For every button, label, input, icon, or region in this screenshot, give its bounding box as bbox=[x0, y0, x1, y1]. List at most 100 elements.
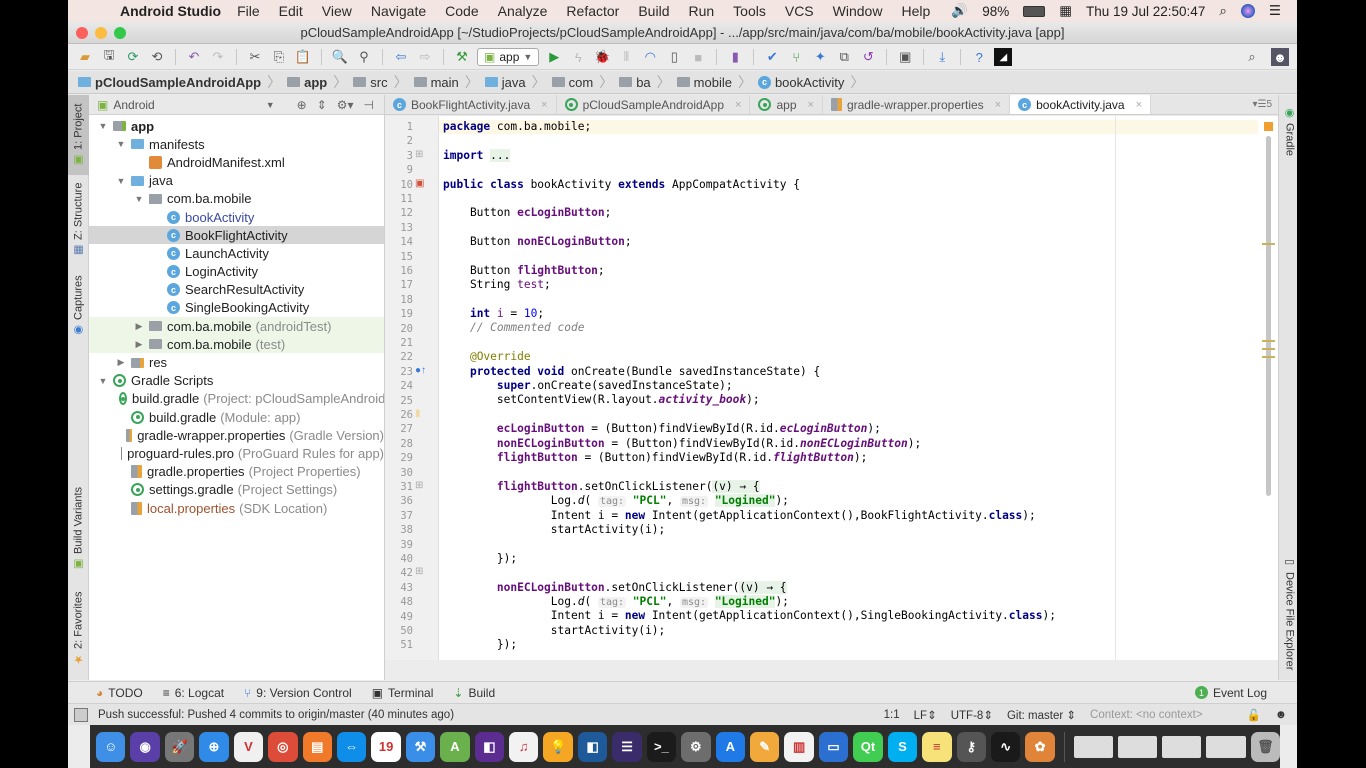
code-line[interactable] bbox=[439, 134, 1278, 148]
tool-tab-project[interactable]: ▣ 1: Project bbox=[68, 95, 89, 175]
code-line[interactable]: setContentView(R.layout.activity_book); bbox=[439, 393, 1278, 407]
tree-item[interactable]: ▼ manifests bbox=[89, 135, 384, 153]
breadcrumb-item-com[interactable]: com bbox=[551, 75, 593, 90]
code-line[interactable]: ecLoginButton = (Button)findViewById(R.i… bbox=[439, 422, 1278, 436]
dock-app-terminal[interactable]: >_ bbox=[646, 731, 677, 762]
collapsed-arrow-icon[interactable]: ▶ bbox=[133, 321, 145, 332]
hector-inspection-icon[interactable]: ☻ bbox=[1275, 709, 1287, 721]
code-line[interactable]: Button flightButton; bbox=[439, 264, 1278, 278]
close-tab-icon[interactable]: × bbox=[808, 99, 814, 111]
tree-item[interactable]: build.gradle (Project: pCloudSampleAndroi… bbox=[89, 390, 384, 408]
code-line[interactable]: }); bbox=[439, 638, 1278, 652]
tree-item[interactable]: ▶ res bbox=[89, 353, 384, 371]
dock-app-qt-creator[interactable]: Qt bbox=[853, 731, 883, 762]
show-hidden-tabs-button[interactable]: ▾☰ 5 bbox=[1252, 95, 1278, 114]
tree-item[interactable]: c bookActivity bbox=[89, 208, 384, 226]
tree-item[interactable]: gradle-wrapper.properties (Gradle Version… bbox=[89, 426, 384, 444]
open-folder-icon[interactable]: ▰ bbox=[76, 48, 94, 66]
menu-tools[interactable]: Tools bbox=[733, 3, 766, 19]
code-line[interactable] bbox=[439, 566, 1278, 580]
vcs-revert-icon[interactable]: ↺ bbox=[859, 48, 877, 66]
dock-app-teamviewer[interactable]: ⇔ bbox=[336, 731, 367, 762]
analysis-status-icon[interactable] bbox=[1264, 122, 1273, 131]
dock-app-visual-studio[interactable]: ◧ bbox=[474, 731, 505, 762]
tree-item[interactable]: c LoginActivity bbox=[89, 263, 384, 281]
code-line[interactable]: import ... bbox=[439, 148, 1278, 163]
collapsed-arrow-icon[interactable]: ▶ bbox=[133, 339, 145, 350]
dock-minimized-window[interactable] bbox=[1073, 735, 1114, 758]
breadcrumb-item-ba[interactable]: ba bbox=[619, 75, 651, 90]
code-line[interactable]: @Override bbox=[439, 350, 1278, 364]
code-line[interactable]: String test; bbox=[439, 278, 1278, 292]
calendar-icon[interactable]: ▦ bbox=[1059, 3, 1072, 19]
tool-tab-build-variants[interactable]: ▣ Build Variants bbox=[68, 483, 89, 575]
dock-app-app-store[interactable]: A bbox=[715, 731, 746, 762]
project-view-mode-select[interactable]: Android bbox=[113, 98, 154, 112]
fold-toggle-icon[interactable]: ⊞ bbox=[415, 480, 423, 491]
menu-window[interactable]: Window bbox=[833, 3, 883, 19]
apply-changes-icon[interactable]: ϟ bbox=[569, 48, 587, 66]
breadcrumb-item-main[interactable]: main bbox=[413, 75, 459, 90]
code-line[interactable]: flightButton = (Button)findViewById(R.id… bbox=[439, 451, 1278, 465]
code-line[interactable]: protected void onCreate(Bundle savedInst… bbox=[439, 365, 1278, 379]
help-icon[interactable]: ? bbox=[970, 48, 988, 66]
menu-code[interactable]: Code bbox=[445, 3, 478, 19]
scrollbar-thumb[interactable] bbox=[1266, 136, 1271, 496]
code-line[interactable]: Intent i = new Intent(getApplicationCont… bbox=[439, 609, 1278, 623]
cut-icon[interactable]: ✂ bbox=[246, 48, 264, 66]
related-layout-icon[interactable]: ▣ bbox=[415, 178, 424, 189]
vcs-history-icon[interactable]: ⧉ bbox=[835, 48, 853, 66]
tool-tab-build[interactable]: ⇣ Build bbox=[453, 686, 495, 700]
tool-tab-favorites[interactable]: ★ 2: Favorites bbox=[68, 589, 89, 669]
menu-view[interactable]: View bbox=[322, 3, 352, 19]
expanded-arrow-icon[interactable]: ▼ bbox=[133, 194, 145, 204]
code-editor[interactable]: package com.ba.mobile; import ... public c… bbox=[439, 116, 1278, 660]
tool-tab-terminal[interactable]: ▣ Terminal bbox=[372, 686, 434, 700]
tree-item[interactable]: c LaunchActivity bbox=[89, 244, 384, 262]
code-line[interactable]: Log.d( tag: "PCL", msg: "Logined"); bbox=[439, 594, 1278, 609]
code-line[interactable] bbox=[439, 336, 1278, 350]
code-line[interactable] bbox=[439, 465, 1278, 479]
warning-marker[interactable] bbox=[1262, 348, 1275, 350]
hide-panel-icon[interactable]: ⊣ bbox=[364, 98, 374, 112]
breadcrumb-item-class[interactable]: c bookActivity bbox=[757, 75, 844, 90]
dock-app-skype[interactable]: S bbox=[887, 731, 918, 762]
git-branch-select[interactable]: Git: master ⇕ bbox=[1007, 708, 1076, 722]
menu-analyze[interactable]: Analyze bbox=[498, 3, 548, 19]
editor-gutter[interactable]: 1 2 3 9 10 11 12 13 14 15 16 17 18 19 20 21 22 23 24 25 26 27… bbox=[385, 116, 439, 660]
dock-app-photo-app[interactable]: ✿ bbox=[1025, 731, 1055, 762]
breadcrumb-item-app[interactable]: app bbox=[287, 75, 327, 90]
tree-item[interactable]: local.properties (SDK Location) bbox=[89, 499, 384, 517]
app-menu[interactable]: Android Studio bbox=[120, 3, 221, 19]
dock-app-system-preferences[interactable]: ⚙ bbox=[681, 731, 711, 762]
dock-minimized-window[interactable] bbox=[1162, 735, 1202, 758]
code-line[interactable] bbox=[439, 408, 1278, 422]
code-line[interactable]: int i = 10; bbox=[439, 307, 1278, 321]
spotlight-search-icon[interactable]: ⌕ bbox=[1219, 3, 1227, 19]
tree-item[interactable]: AndroidManifest.xml bbox=[89, 153, 384, 171]
close-tab-icon[interactable]: × bbox=[1136, 99, 1142, 111]
dock-app-keynote[interactable]: ▭ bbox=[818, 731, 849, 762]
dock-app-itunes[interactable]: ♫ bbox=[509, 731, 539, 762]
redo-icon[interactable]: ↷ bbox=[209, 48, 227, 66]
tool-tab-gradle[interactable]: ◉ Gradle bbox=[1279, 101, 1300, 161]
sdk-manager-icon[interactable]: ⤓ bbox=[933, 48, 951, 66]
dock-app-ibooks[interactable]: ▤ bbox=[302, 731, 332, 762]
vcs-update-icon[interactable]: ✔ bbox=[763, 48, 781, 66]
editor-tab[interactable]: c BookFlightActivity.java × bbox=[385, 95, 557, 114]
breadcrumb-item-java[interactable]: java bbox=[484, 75, 526, 90]
dock-app-vnc-viewer[interactable]: V bbox=[233, 731, 264, 762]
code-line[interactable]: // Commented code bbox=[439, 321, 1278, 335]
editor-scrollbar[interactable] bbox=[1258, 116, 1278, 660]
tree-item[interactable]: ▼ com.ba.mobile bbox=[89, 190, 384, 208]
tool-tab-device-file-explorer[interactable]: ▭ Device File Explorer bbox=[1279, 553, 1300, 673]
code-line[interactable]: }); bbox=[439, 552, 1278, 566]
line-separator-select[interactable]: LF⇕ bbox=[914, 708, 937, 722]
tree-item[interactable]: proguard-rules.pro (ProGuard Rules for ap… bbox=[89, 444, 384, 462]
code-line[interactable] bbox=[439, 192, 1278, 206]
tree-item[interactable]: ▶ com.ba.mobile (test) bbox=[89, 335, 384, 354]
dock-app-calendar[interactable]: 19 bbox=[371, 731, 401, 762]
encoding-select[interactable]: UTF-8⇕ bbox=[951, 708, 993, 722]
dock-trash-icon[interactable]: 🗑 bbox=[1250, 731, 1281, 762]
fold-toggle-icon[interactable]: ⊞ bbox=[415, 149, 423, 160]
